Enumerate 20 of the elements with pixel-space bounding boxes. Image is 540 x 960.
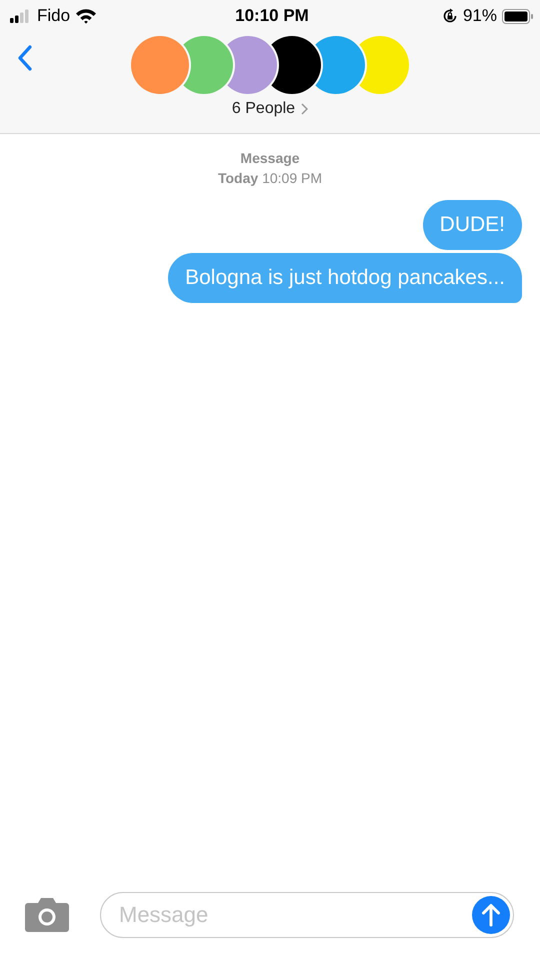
battery-icon bbox=[502, 8, 534, 24]
carrier-name: Fido bbox=[37, 6, 70, 26]
message-bubble: Bologna is just hotdog pancakes... bbox=[168, 253, 522, 303]
battery-percentage: 91% bbox=[462, 6, 497, 26]
message-bubble: DUDE! bbox=[422, 200, 522, 250]
service-label: Message bbox=[240, 150, 300, 166]
message-field[interactable]: Message bbox=[100, 892, 514, 938]
contact-avatar[interactable] bbox=[271, 36, 321, 94]
people-details-button[interactable]: 6 People bbox=[232, 100, 308, 118]
back-button[interactable] bbox=[16, 43, 34, 73]
clock-time: 10:10 PM bbox=[235, 6, 309, 26]
wifi-icon bbox=[75, 8, 98, 24]
rotation-lock-icon bbox=[442, 8, 458, 24]
chevron-right-icon bbox=[301, 103, 308, 115]
camera-icon[interactable] bbox=[24, 897, 70, 933]
contact-avatar[interactable] bbox=[227, 36, 277, 94]
chevron-left-icon bbox=[18, 45, 32, 71]
contact-avatar[interactable] bbox=[315, 36, 365, 94]
send-button[interactable] bbox=[472, 896, 510, 934]
timestamp: Today 10:09 PM bbox=[218, 170, 322, 186]
